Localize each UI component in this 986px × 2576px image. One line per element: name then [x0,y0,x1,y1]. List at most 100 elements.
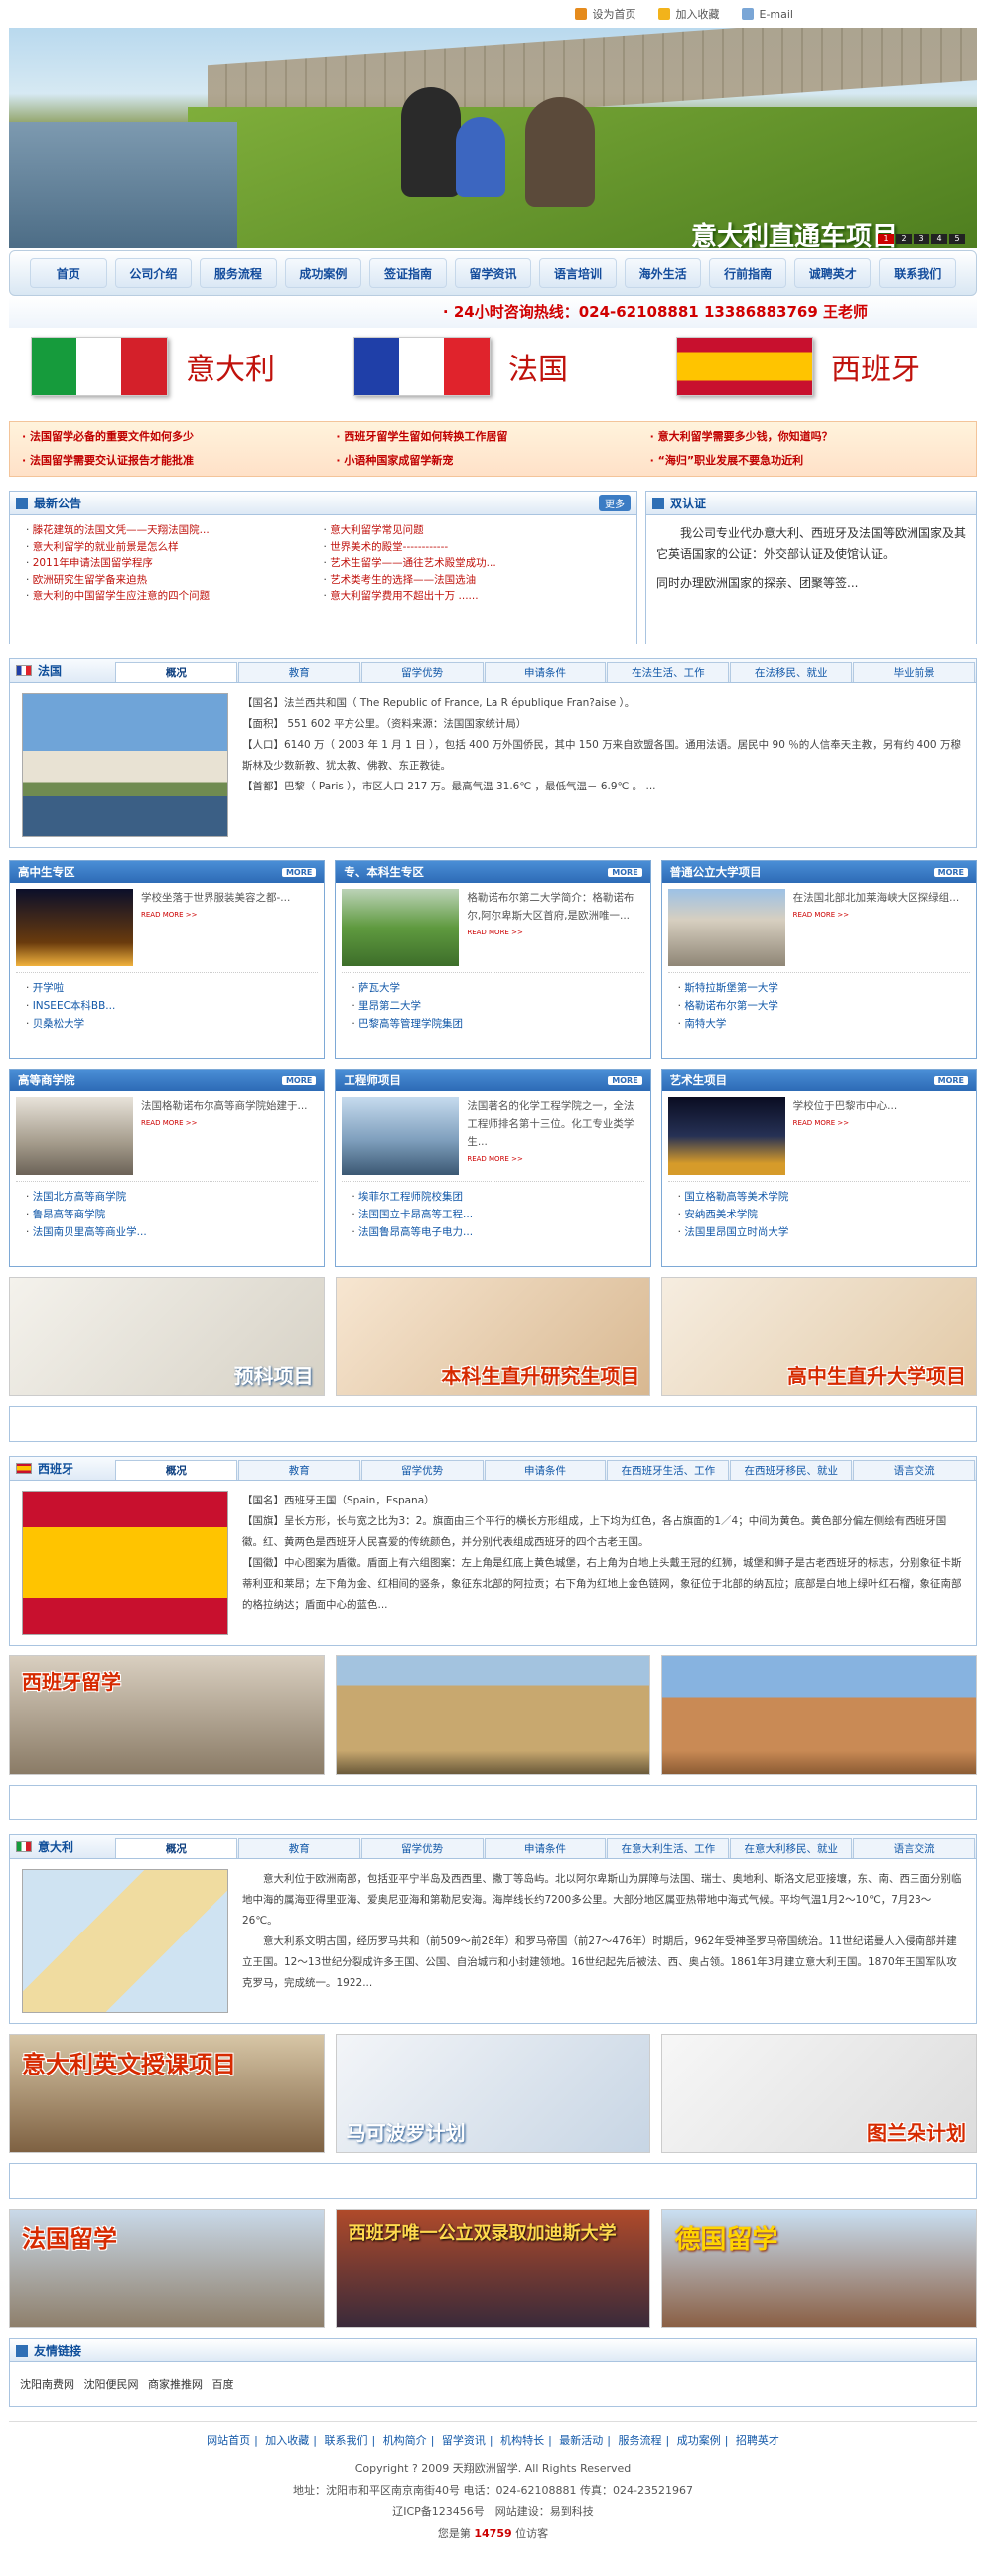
building-image[interactable] [667,889,785,966]
card-link[interactable]: 贝桑松大学 [26,1015,308,1033]
footer-link[interactable]: 机构简介 [383,2434,427,2447]
notice-more-button[interactable]: 更多 [599,495,631,511]
tab-immigration[interactable]: 在意大利移民、就业 [730,1838,853,1858]
card-link[interactable]: 安纳西美术学院 [678,1206,960,1223]
card-link[interactable]: 格勒诺布尔第一大学 [678,997,960,1015]
card-link[interactable]: 法国里昂国立时尚大学 [678,1223,960,1241]
banner-prep[interactable]: 预科项目 [9,1277,325,1396]
banner-spain-building[interactable] [335,1655,651,1775]
card-link[interactable]: 法国国立卡昂高等工程... [352,1206,634,1223]
footer-link[interactable]: 招聘英才 [736,2434,779,2447]
ticker-link[interactable]: 法国留学需要交认证报告才能批准 [22,450,336,472]
tab-life-work[interactable]: 在西班牙生活、工作 [607,1460,730,1480]
slide-dot[interactable]: 5 [949,234,965,244]
slide-dot[interactable]: 1 [878,234,894,244]
footer-link[interactable]: 留学资讯 [442,2434,486,2447]
card-link[interactable]: 法国北方高等商学院 [26,1188,308,1206]
notice-item[interactable]: 意大利的中国留学生应注意的四个问题 [26,589,324,605]
friend-link[interactable]: 百度 [212,2378,234,2391]
friend-link[interactable]: 沈阳便民网 [84,2378,139,2391]
read-more-link[interactable]: READ MORE >> [793,911,960,919]
tab-life-work[interactable]: 在意大利生活、工作 [607,1838,730,1858]
nav-news[interactable]: 留学资讯 [454,258,532,288]
card-link[interactable]: 里昂第二大学 [352,997,634,1015]
tab-requirements[interactable]: 申请条件 [484,662,607,682]
read-more-link[interactable]: READ MORE >> [141,1119,308,1127]
tab-life-work[interactable]: 在法生活、工作 [607,662,730,682]
notice-item[interactable]: 意大利留学常见问题 [324,523,622,539]
read-more-link[interactable]: READ MORE >> [141,911,290,919]
more-button[interactable]: MORE [608,867,642,877]
tab-overview[interactable]: 概况 [115,1838,237,1858]
footer-link[interactable]: 机构特长 [500,2434,544,2447]
nav-contact[interactable]: 联系我们 [879,258,957,288]
card-link[interactable]: INSEEC本科BB... [26,997,308,1015]
friend-link[interactable]: 商家推推网 [148,2378,203,2391]
footer-link[interactable]: 成功案例 [677,2434,721,2447]
footer-link[interactable]: 加入收藏 [265,2434,309,2447]
read-more-link[interactable]: READ MORE >> [467,929,643,936]
card-link[interactable]: 埃菲尔工程师院校集团 [352,1188,634,1206]
add-favorite-link[interactable]: 加入收藏 [657,6,720,22]
ticker-link[interactable]: 西班牙留学生留如何转换工作居留 [336,426,649,448]
notice-item[interactable]: 艺术类考生的选择——法国选油 [324,573,622,589]
notice-item[interactable]: 滕花建筑的法国文凭——天翔法国院... [26,523,324,539]
campus-image[interactable] [342,889,460,966]
more-button[interactable]: MORE [281,1075,317,1085]
notice-item[interactable]: 艺术生留学——通往艺术殿堂成功... [324,556,622,572]
notice-item[interactable]: 2011年申请法国留学程序 [26,556,324,572]
nav-cases[interactable]: 成功案例 [284,258,362,288]
notice-item[interactable]: 意大利留学费用不超出十万 ...... [324,589,622,605]
banner-master[interactable]: 本科生直升研究生项目 [335,1277,651,1396]
banner-cadiz[interactable]: 西班牙唯一公立双录取加迪斯大学 [335,2209,651,2328]
nav-about[interactable]: 公司介绍 [114,258,193,288]
footer-link[interactable]: 联系我们 [324,2434,367,2447]
tab-advantages[interactable]: 留学优势 [360,1838,484,1858]
card-link[interactable]: 法国南贝里高等商业学... [26,1223,308,1241]
banner-france-study[interactable]: 法国留学 [9,2209,325,2328]
ticker-link[interactable]: “海归”职业发展不要急功近利 [650,450,964,472]
tab-advantages[interactable]: 留学优势 [360,1460,484,1480]
notice-item[interactable]: 意大利留学的就业前景是怎么样 [26,540,324,556]
flag-italy[interactable]: 意大利 [9,337,332,396]
card-link[interactable]: 开学啦 [26,979,308,997]
banner-marco-polo[interactable]: 马可波罗计划 [335,2034,651,2153]
card-link[interactable]: 南特大学 [678,1015,960,1033]
tab-advantages[interactable]: 留学优势 [360,662,484,682]
street-image[interactable] [16,1097,133,1175]
email-link[interactable]: E-mail [741,8,793,21]
nav-jobs[interactable]: 诚聘英才 [793,258,872,288]
tab-language[interactable]: 语言交流 [853,1460,976,1480]
card-link[interactable]: 萨瓦大学 [352,979,634,997]
slide-dot[interactable]: 2 [896,234,912,244]
nav-predeparture[interactable]: 行前指南 [709,258,786,288]
card-link[interactable]: 巴黎高等管理学院集团 [352,1015,634,1033]
hero-banner[interactable]: 意大利直通车项目 1 2 3 4 5 [9,28,977,248]
banner-italy-english[interactable]: 意大利英文授课项目 [9,2034,325,2153]
banner-turandot[interactable]: 图兰朵计划 [661,2034,977,2153]
nav-process[interactable]: 服务流程 [200,258,277,288]
more-button[interactable]: MORE [608,1075,642,1085]
banner-university[interactable]: 高中生直升大学项目 [661,1277,977,1396]
more-button[interactable]: MORE [281,867,317,877]
card-link[interactable]: 国立格勒高等美术学院 [678,1188,960,1206]
architecture-image[interactable] [342,1097,460,1175]
banner-spain-study[interactable]: 西班牙留学 [9,1655,325,1775]
flag-france[interactable]: 法国 [332,337,654,396]
nav-visa[interactable]: 签证指南 [369,258,447,288]
tab-immigration[interactable]: 在西班牙移民、就业 [730,1460,853,1480]
more-button[interactable]: MORE [933,1075,968,1085]
tab-prospects[interactable]: 毕业前景 [853,662,976,682]
banner-spain-plaza[interactable] [661,1655,977,1775]
notice-item[interactable]: 欧洲研究生留学备来迫热 [26,573,324,589]
footer-link[interactable]: 网站首页 [207,2434,250,2447]
tab-immigration[interactable]: 在法移民、就业 [730,662,853,682]
flag-spain[interactable]: 西班牙 [654,337,977,396]
tab-language[interactable]: 语言交流 [853,1838,976,1858]
ticker-link[interactable]: 法国留学必备的重要文件如何多少 [22,426,336,448]
card-link[interactable]: 法国鲁昂高等电子电力... [352,1223,634,1241]
notice-item[interactable]: 世界美术的殿堂------------ [324,540,622,556]
read-more-link[interactable]: READ MORE >> [467,1155,643,1163]
ticker-link[interactable]: 小语种国家成留学新宠 [336,450,649,472]
tab-requirements[interactable]: 申请条件 [484,1460,607,1480]
